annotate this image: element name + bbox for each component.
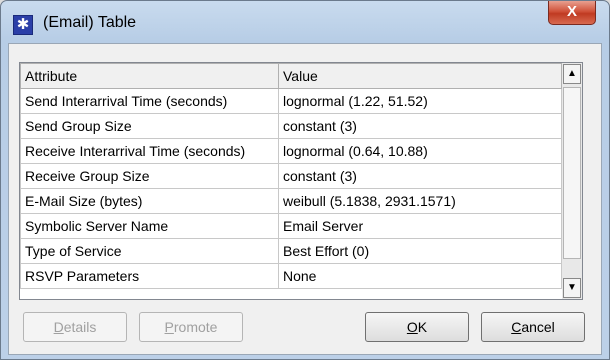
table-row[interactable]: RSVP Parameters None	[20, 263, 562, 289]
attribute-cell[interactable]: Receive Group Size	[20, 163, 279, 189]
table-row[interactable]: Receive Group Size constant (3)	[20, 163, 562, 189]
attribute-cell[interactable]: RSVP Parameters	[20, 263, 279, 289]
scrollbar-thumb[interactable]	[563, 87, 581, 259]
value-cell[interactable]: Best Effort (0)	[278, 238, 562, 264]
attribute-grid: Attribute Value Send Interarrival Time (…	[20, 63, 562, 289]
value-cell[interactable]: Email Server	[278, 213, 562, 239]
value-cell[interactable]: lognormal (1.22, 51.52)	[278, 88, 562, 114]
value-cell[interactable]: lognormal (0.64, 10.88)	[278, 138, 562, 164]
attribute-cell[interactable]: Send Interarrival Time (seconds)	[20, 88, 279, 114]
table-row[interactable]: Send Group Size constant (3)	[20, 113, 562, 139]
window-title: (Email) Table	[43, 14, 137, 31]
promote-button[interactable]: Promote	[139, 312, 243, 342]
value-cell[interactable]: None	[278, 263, 562, 289]
dialog-window: ✱ (Email) Table X Attribute Value Send I…	[0, 0, 610, 360]
details-button[interactable]: Details	[23, 312, 127, 342]
arrow-up-icon[interactable]: ▲	[563, 64, 581, 84]
dialog-client-area: Attribute Value Send Interarrival Time (…	[8, 43, 602, 355]
attribute-table: Attribute Value Send Interarrival Time (…	[19, 62, 583, 300]
attribute-cell[interactable]: Symbolic Server Name	[20, 213, 279, 239]
arrow-down-icon[interactable]: ▼	[563, 278, 581, 298]
table-row[interactable]: Receive Interarrival Time (seconds) logn…	[20, 138, 562, 164]
column-header-value[interactable]: Value	[278, 63, 562, 89]
value-cell[interactable]: constant (3)	[278, 113, 562, 139]
attribute-cell[interactable]: Type of Service	[20, 238, 279, 264]
ok-button[interactable]: OK	[365, 312, 469, 342]
column-header-attribute[interactable]: Attribute	[20, 63, 279, 89]
attribute-cell[interactable]: Receive Interarrival Time (seconds)	[20, 138, 279, 164]
table-row[interactable]: E-Mail Size (bytes) weibull (5.1838, 293…	[20, 188, 562, 214]
table-row[interactable]: Send Interarrival Time (seconds) lognorm…	[20, 88, 562, 114]
vertical-scrollbar[interactable]: ▲ ▼	[562, 63, 582, 299]
cancel-button[interactable]: Cancel	[481, 312, 585, 342]
attribute-cell[interactable]: Send Group Size	[20, 113, 279, 139]
table-row[interactable]: Symbolic Server Name Email Server	[20, 213, 562, 239]
star-app-icon: ✱	[13, 15, 33, 35]
title-bar[interactable]: ✱ (Email) Table X	[1, 1, 609, 43]
value-cell[interactable]: weibull (5.1838, 2931.1571)	[278, 188, 562, 214]
close-button[interactable]: X	[548, 1, 596, 25]
table-row[interactable]: Type of Service Best Effort (0)	[20, 238, 562, 264]
attribute-cell[interactable]: E-Mail Size (bytes)	[20, 188, 279, 214]
table-header-row: Attribute Value	[20, 63, 562, 89]
value-cell[interactable]: constant (3)	[278, 163, 562, 189]
